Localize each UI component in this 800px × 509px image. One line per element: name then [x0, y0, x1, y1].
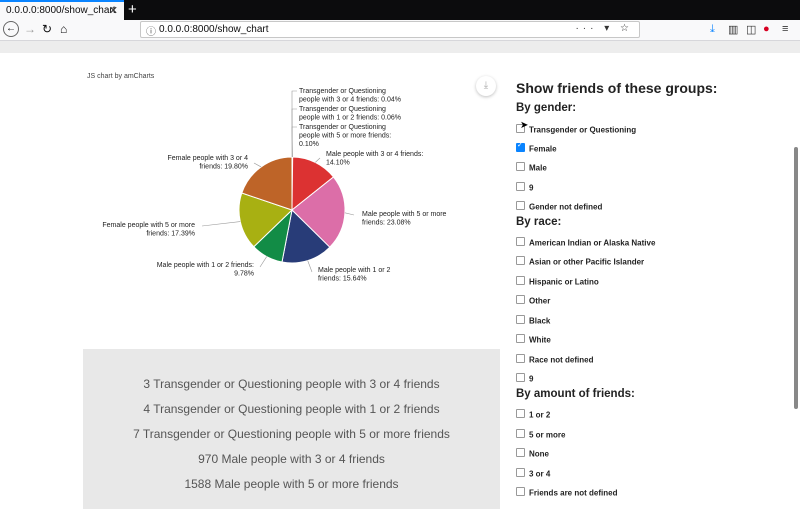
pie-label: people with 3 or 4 friends: 0.04% — [299, 97, 401, 104]
checkbox-box — [516, 409, 525, 418]
pie-label: Female people with 3 or 4 — [167, 155, 248, 162]
pie-leader-line — [202, 222, 240, 226]
checkbox-box — [516, 143, 525, 152]
checkbox-box — [516, 468, 525, 477]
checkbox-race-9[interactable]: 9 — [516, 370, 533, 382]
pie-label: Transgender or Questioning — [299, 106, 386, 113]
summary-line: 970 Male people with 3 or 4 friends — [83, 452, 500, 466]
checkbox-box — [516, 256, 525, 265]
pie-label: Transgender or Questioning — [299, 88, 386, 95]
pie-label: Female people with 5 or more — [102, 222, 195, 229]
summary-panel: 3 Transgender or Questioning people with… — [83, 349, 500, 509]
pie-label: people with 1 or 2 friends: 0.06% — [299, 115, 401, 122]
mouse-cursor-icon: ➤ — [520, 120, 528, 131]
checkbox-transgender[interactable]: Transgender or Questioning — [516, 121, 636, 133]
pie-leader-line — [292, 109, 297, 157]
checkbox-box — [516, 162, 525, 171]
checkbox-box — [516, 182, 525, 191]
checkbox-female[interactable]: Female — [516, 140, 557, 152]
pie-leader-line — [254, 163, 261, 167]
checkbox-black[interactable]: Black — [516, 312, 550, 324]
checkbox-box — [516, 487, 525, 496]
checkbox-box — [516, 315, 525, 324]
checkbox-none[interactable]: None — [516, 445, 549, 457]
summary-line: 1588 Male people with 5 or more friends — [83, 477, 500, 491]
pie-label: Male people with 5 or more — [362, 211, 447, 218]
pie-label: Male people with 1 or 2 — [318, 267, 390, 274]
checkbox-box — [516, 354, 525, 363]
checkbox-white[interactable]: White — [516, 331, 551, 343]
checkbox-hispanic[interactable]: Hispanic or Latino — [516, 273, 599, 285]
checkbox-male[interactable]: Male — [516, 159, 547, 171]
checkbox-box — [516, 201, 525, 210]
pie-label: Male people with 1 or 2 friends: — [157, 262, 254, 269]
checkbox-friends-not-defined[interactable]: Friends are not defined — [516, 484, 617, 496]
checkbox-gender-not-defined[interactable]: Gender not defined — [516, 198, 602, 210]
pie-slices — [239, 157, 345, 263]
pie-leader-line — [292, 91, 297, 157]
checkbox-box — [516, 448, 525, 457]
checkbox-asian[interactable]: Asian or other Pacific Islander — [516, 253, 644, 265]
pie-label: Male people with 3 or 4 friends: — [326, 151, 423, 158]
pie-leader-line — [308, 261, 312, 272]
pie-label: 9.78% — [234, 271, 254, 278]
pie-label: friends: 17.39% — [146, 231, 195, 238]
checkbox-box — [516, 237, 525, 246]
checkbox-race-not-defined[interactable]: Race not defined — [516, 351, 593, 363]
pie-leader-line — [345, 213, 354, 215]
pie-label: friends: 23.08% — [362, 220, 411, 227]
group-title-race: By race: — [516, 216, 561, 228]
pie-label: people with 5 or more friends: — [299, 133, 391, 140]
summary-line: 4 Transgender or Questioning people with… — [83, 402, 500, 416]
page-scrollbar[interactable] — [794, 147, 798, 409]
group-title-gender: By gender: — [516, 102, 576, 114]
checkbox-box — [516, 276, 525, 285]
group-title-friends: By amount of friends: — [516, 388, 635, 400]
summary-line: 3 Transgender or Questioning people with… — [83, 377, 500, 391]
checkbox-box — [516, 373, 525, 382]
checkbox-box — [516, 334, 525, 343]
pie-label: Transgender or Questioning — [299, 124, 386, 131]
checkbox-5-or-more[interactable]: 5 or more — [516, 426, 565, 438]
filters-heading: Show friends of these groups: — [516, 80, 717, 96]
pie-label: 0.10% — [299, 141, 319, 148]
checkbox-american-indian[interactable]: American Indian or Alaska Native — [516, 234, 655, 246]
checkbox-box — [516, 295, 525, 304]
summary-line: 7 Transgender or Questioning people with… — [83, 427, 500, 441]
pie-label: friends: 19.80% — [199, 164, 248, 171]
checkbox-box — [516, 429, 525, 438]
pie-label: friends: 15.64% — [318, 276, 367, 283]
pie-leader-line — [292, 127, 297, 157]
checkbox-other[interactable]: Other — [516, 292, 550, 304]
checkbox-gender-9[interactable]: 9 — [516, 179, 533, 191]
checkbox-1-or-2[interactable]: 1 or 2 — [516, 406, 550, 418]
pie-leader-line — [315, 158, 320, 162]
checkbox-3-or-4[interactable]: 3 or 4 — [516, 465, 550, 477]
pie-leader-line — [260, 257, 267, 267]
pie-label: 14.10% — [326, 160, 350, 167]
